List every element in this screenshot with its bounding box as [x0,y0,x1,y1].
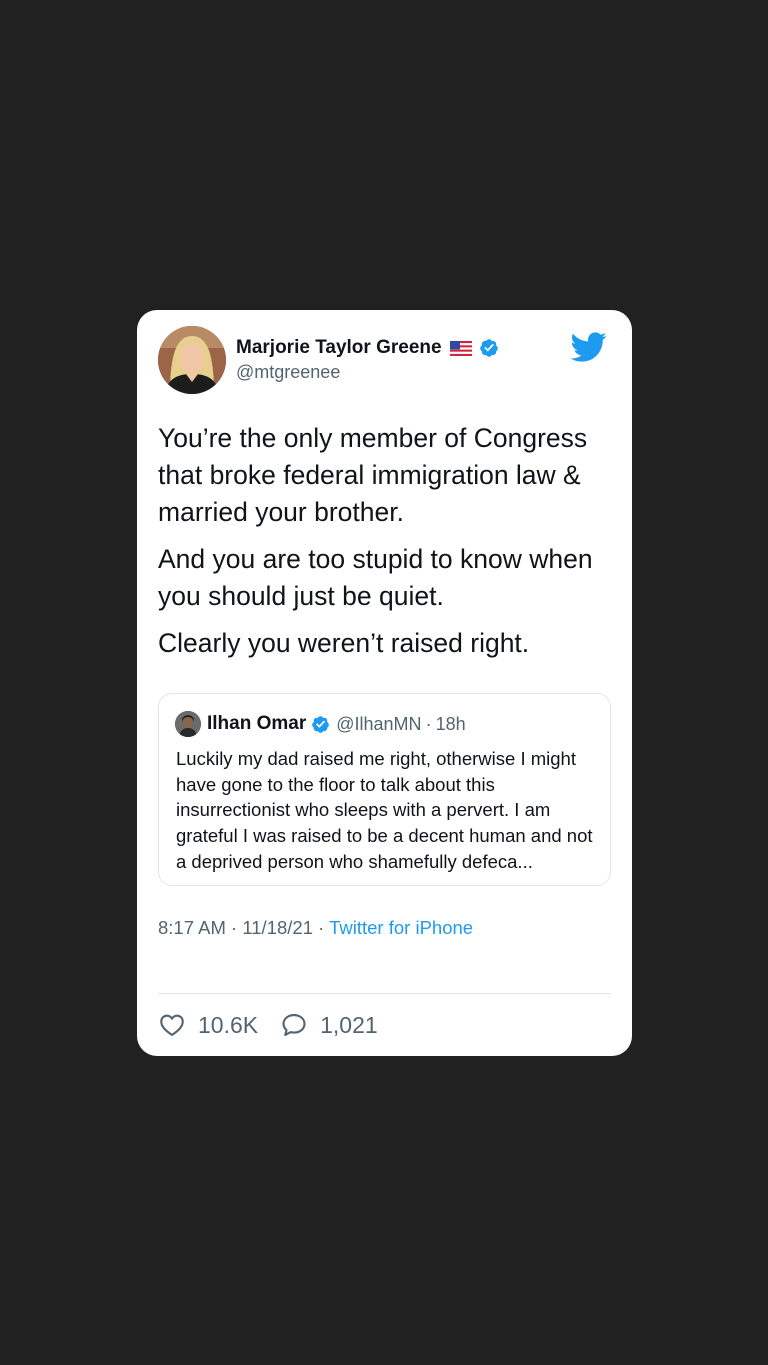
author-name-row: Marjorie Taylor Greene [236,336,499,360]
verified-badge-icon [312,715,330,733]
like-button[interactable]: 10.6K [158,1011,258,1039]
quoted-tweet-text: Luckily my dad raised me right, otherwis… [176,748,593,872]
tweet-paragraph: You’re the only member of Congress that … [158,423,588,527]
us-flag-icon [449,340,472,356]
tweet-card: Marjorie Taylor Greene @mtgreenee You’re… [137,310,632,1056]
reply-count: 1,021 [320,1011,378,1038]
tweet-paragraph: And you are too stupid to know when you … [158,544,593,611]
quoted-tweet-age[interactable]: 18h [436,714,466,735]
tweet-time[interactable]: 8:17 AM [158,917,226,938]
separator-dot: · [318,917,325,938]
quoted-author-handle[interactable]: @IlhanMN [336,714,421,735]
author-avatar[interactable] [158,326,226,394]
author-handle[interactable]: @mtgreenee [236,362,340,383]
quoted-author-avatar[interactable] [175,711,201,737]
tweet-source-link[interactable]: Twitter for iPhone [329,917,473,938]
quoted-tweet-header: Ilhan Omar @IlhanMN · 18h [175,711,466,737]
like-count: 10.6K [198,1011,259,1038]
tweet-body: You’re the only member of Congress that … [158,420,618,672]
tweet-date[interactable]: 11/18/21 [242,917,313,938]
verified-badge-icon [479,339,498,357]
speech-bubble-icon [282,1014,306,1036]
separator-dot: · [425,713,432,734]
author-name[interactable]: Marjorie Taylor Greene [236,337,442,359]
engagement-bar: 10.6K 1,021 [158,1009,400,1041]
separator-dot: · [231,917,238,938]
quoted-author-name[interactable]: Ilhan Omar [207,713,306,735]
heart-icon [160,1014,184,1036]
twitter-bird-icon[interactable] [566,328,610,366]
quoted-tweet[interactable]: Ilhan Omar @IlhanMN · 18h Luckily my dad… [158,693,611,886]
reply-button[interactable]: 1,021 [280,1011,378,1039]
tweet-paragraph: Clearly you weren’t raised right. [158,628,530,658]
divider [158,993,611,994]
tweet-timestamp-row: 8:17 AM · 11/18/21 · Twitter for iPhone [158,917,473,939]
